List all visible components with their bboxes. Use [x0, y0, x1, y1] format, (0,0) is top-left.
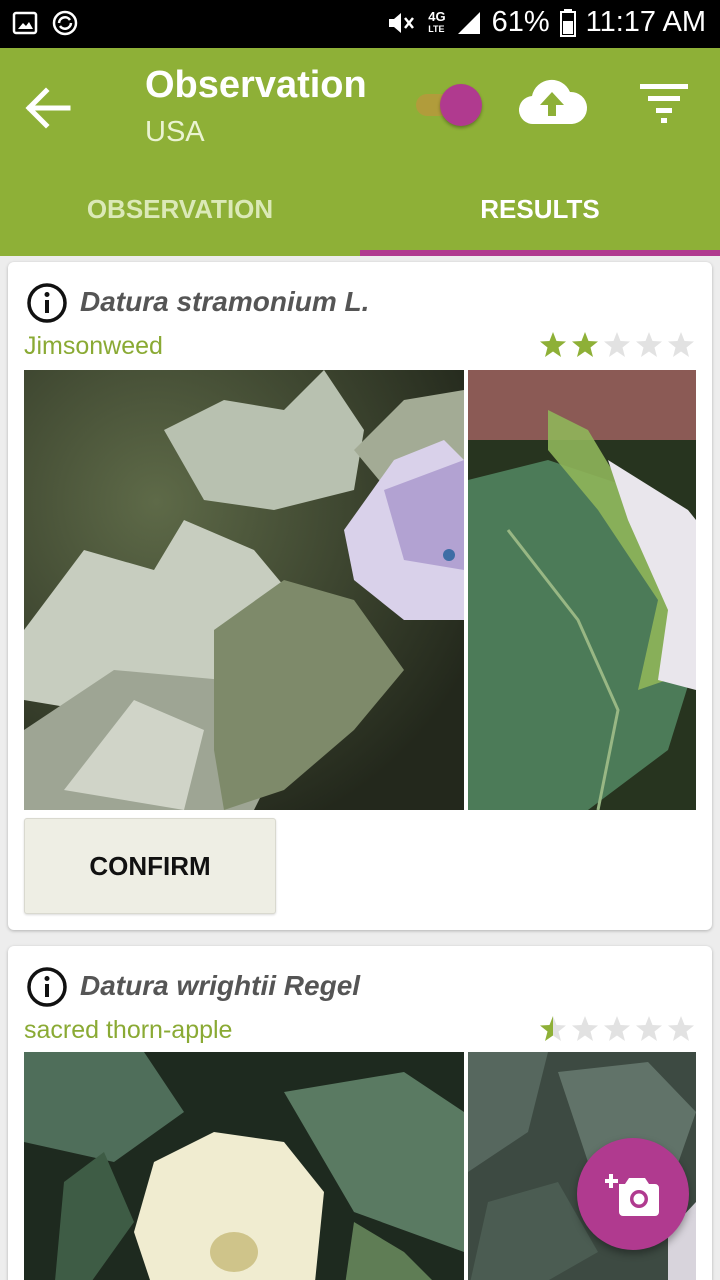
- tab-results[interactable]: RESULTS: [360, 188, 720, 256]
- plant-photo-image: [24, 1052, 464, 1280]
- star-empty-icon: [636, 332, 662, 357]
- rating-stars: [538, 330, 696, 360]
- common-name: Jimsonweed: [24, 332, 163, 360]
- plant-photo[interactable]: [468, 370, 696, 810]
- upload-button[interactable]: [516, 74, 588, 130]
- tab-indicator: [360, 250, 720, 256]
- star-empty-icon: [636, 1016, 662, 1041]
- mute-icon: [389, 12, 415, 33]
- status-bar: 4G LTE 61% 11:17 AM: [0, 0, 720, 48]
- tab-observation[interactable]: OBSERVATION: [0, 188, 360, 256]
- plant-photo[interactable]: [24, 1052, 464, 1280]
- cloud-upload-icon: [518, 79, 588, 125]
- filter-icon: [640, 84, 688, 123]
- signal-icon: [457, 11, 480, 34]
- image-notification-icon: [12, 11, 38, 35]
- star-half-icon: [540, 1016, 566, 1041]
- star-filled-icon: [572, 332, 598, 357]
- clock: 11:17 AM: [585, 6, 706, 38]
- page-title: Observation: [145, 64, 367, 106]
- rating-stars: [538, 1014, 696, 1044]
- star-empty-icon: [668, 1016, 694, 1041]
- plant-photo-image: [24, 370, 464, 810]
- sync-notification-icon: [52, 10, 78, 36]
- filter-button[interactable]: [632, 82, 696, 126]
- common-name: sacred thorn-apple: [24, 1016, 233, 1044]
- network-type: 4G LTE: [428, 8, 446, 34]
- star-empty-icon: [668, 332, 694, 357]
- arrow-left-icon: [25, 87, 71, 129]
- add-photo-camera-icon: [605, 1174, 659, 1216]
- info-icon[interactable]: [26, 282, 68, 324]
- battery-icon: [559, 8, 576, 37]
- battery-percent: 61%: [491, 6, 550, 38]
- star-filled-icon: [540, 332, 566, 357]
- scientific-name: Datura stramonium L.: [80, 286, 370, 317]
- info-icon[interactable]: [26, 966, 68, 1008]
- page-subtitle: USA: [145, 116, 205, 148]
- confirm-button[interactable]: CONFIRM: [24, 818, 276, 914]
- toggle-thumb: [440, 84, 482, 126]
- app-bar: Observation USA OBSERVATION RESULTS: [0, 48, 720, 256]
- star-empty-icon: [604, 332, 630, 357]
- scientific-name: Datura wrightii Regel: [80, 970, 361, 1001]
- result-card: Datura stramonium L. Jimsonweed CONFIRM: [8, 262, 712, 930]
- back-button[interactable]: [20, 78, 80, 138]
- plant-photo[interactable]: [24, 370, 464, 810]
- toggle-switch[interactable]: [412, 84, 484, 126]
- add-photo-button[interactable]: [577, 1138, 689, 1250]
- star-empty-icon: [572, 1016, 598, 1041]
- star-empty-icon: [604, 1016, 630, 1041]
- plant-photo-image: [468, 370, 696, 810]
